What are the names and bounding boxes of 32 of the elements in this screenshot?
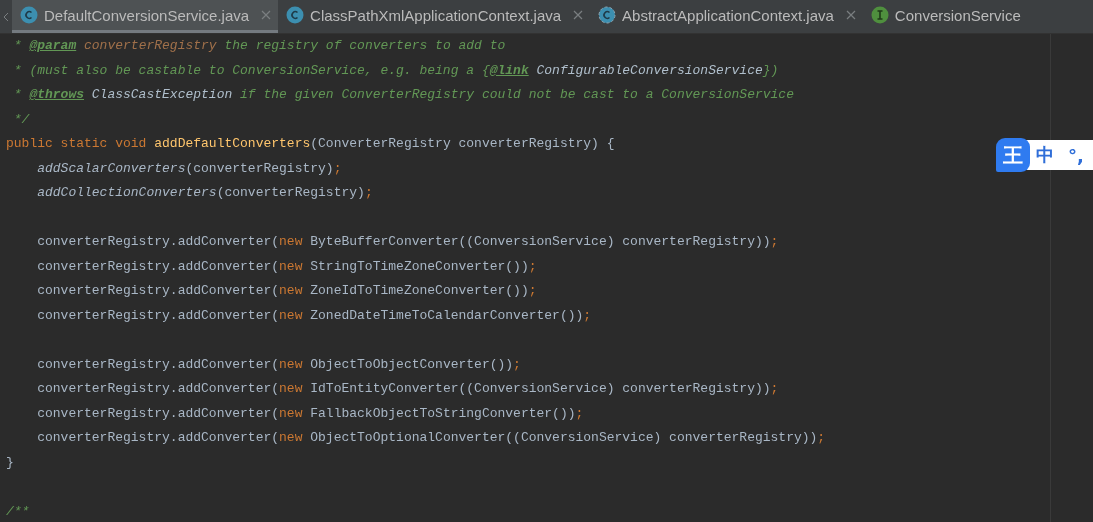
code-line: converterRegistry.addConverter(new ZoneIdToTimeZoneConverter()); [36, 282, 537, 300]
code-line: } [6, 453, 14, 472]
abstract-class-icon [598, 6, 617, 24]
close-icon[interactable] [845, 10, 856, 20]
code-line: * @param converterRegistry the registry of converters to add to [12, 37, 506, 55]
close-icon[interactable] [261, 10, 272, 20]
code-line: converterRegistry.addConverter(new ZonedDateTimeToCalendarConverter()); [36, 306, 592, 325]
ime-logo[interactable]: 王 [996, 138, 1030, 172]
interface-icon [870, 6, 889, 24]
chevron-left-icon[interactable] [3, 11, 9, 22]
code-line: * (must also be castable to ConversionService, e.g. being a {@link ConfigurableConversionService}) [12, 61, 779, 80]
close-icon[interactable] [573, 10, 584, 20]
class-icon [286, 6, 305, 24]
code-line: /** [6, 502, 30, 521]
editor-tab[interactable]: ConversionService [862, 0, 1028, 33]
code-line: converterRegistry.addConverter(new FallbackObjectToStringConverter()); [36, 404, 584, 423]
code-line: public static void addDefaultConverters(ConverterRegistry converterRegistry) { [6, 135, 615, 153]
editor-tab[interactable]: AbstractApplicationContext.java [590, 0, 863, 33]
ime-mode-button[interactable]: 中 [1036, 143, 1054, 167]
code-line: converterRegistry.addConverter(new ObjectToOptionalConverter((ConversionService) converterRegistry)); [36, 429, 826, 447]
code-line: addCollectionConverters(converterRegistry); [36, 184, 373, 202]
code-line: converterRegistry.addConverter(new IdToEntityConverter((ConversionService) converterRegistry)); [36, 380, 779, 398]
code-line: */ [12, 110, 30, 129]
ime-punctuation-button[interactable]: °, [1068, 144, 1084, 166]
editor-tab[interactable]: ClassPathXmlApplicationContext.java [278, 0, 591, 33]
code-line: * @throws ClassCastException if the given ConverterRegistry could not be cast to a ConversionService [12, 86, 794, 104]
code-line: converterRegistry.addConverter(new StringToTimeZoneConverter()); [36, 257, 537, 276]
editor-tab[interactable]: DefaultConversionService.java [12, 0, 279, 33]
class-icon [20, 6, 38, 24]
code-line: converterRegistry.addConverter(new ObjectToObjectConverter()); [36, 355, 521, 374]
code-line: converterRegistry.addConverter(new ByteBufferConverter((ConversionService) converterRegistry)); [36, 233, 779, 251]
code-line: addScalarConverters(converterRegistry); [36, 159, 342, 178]
